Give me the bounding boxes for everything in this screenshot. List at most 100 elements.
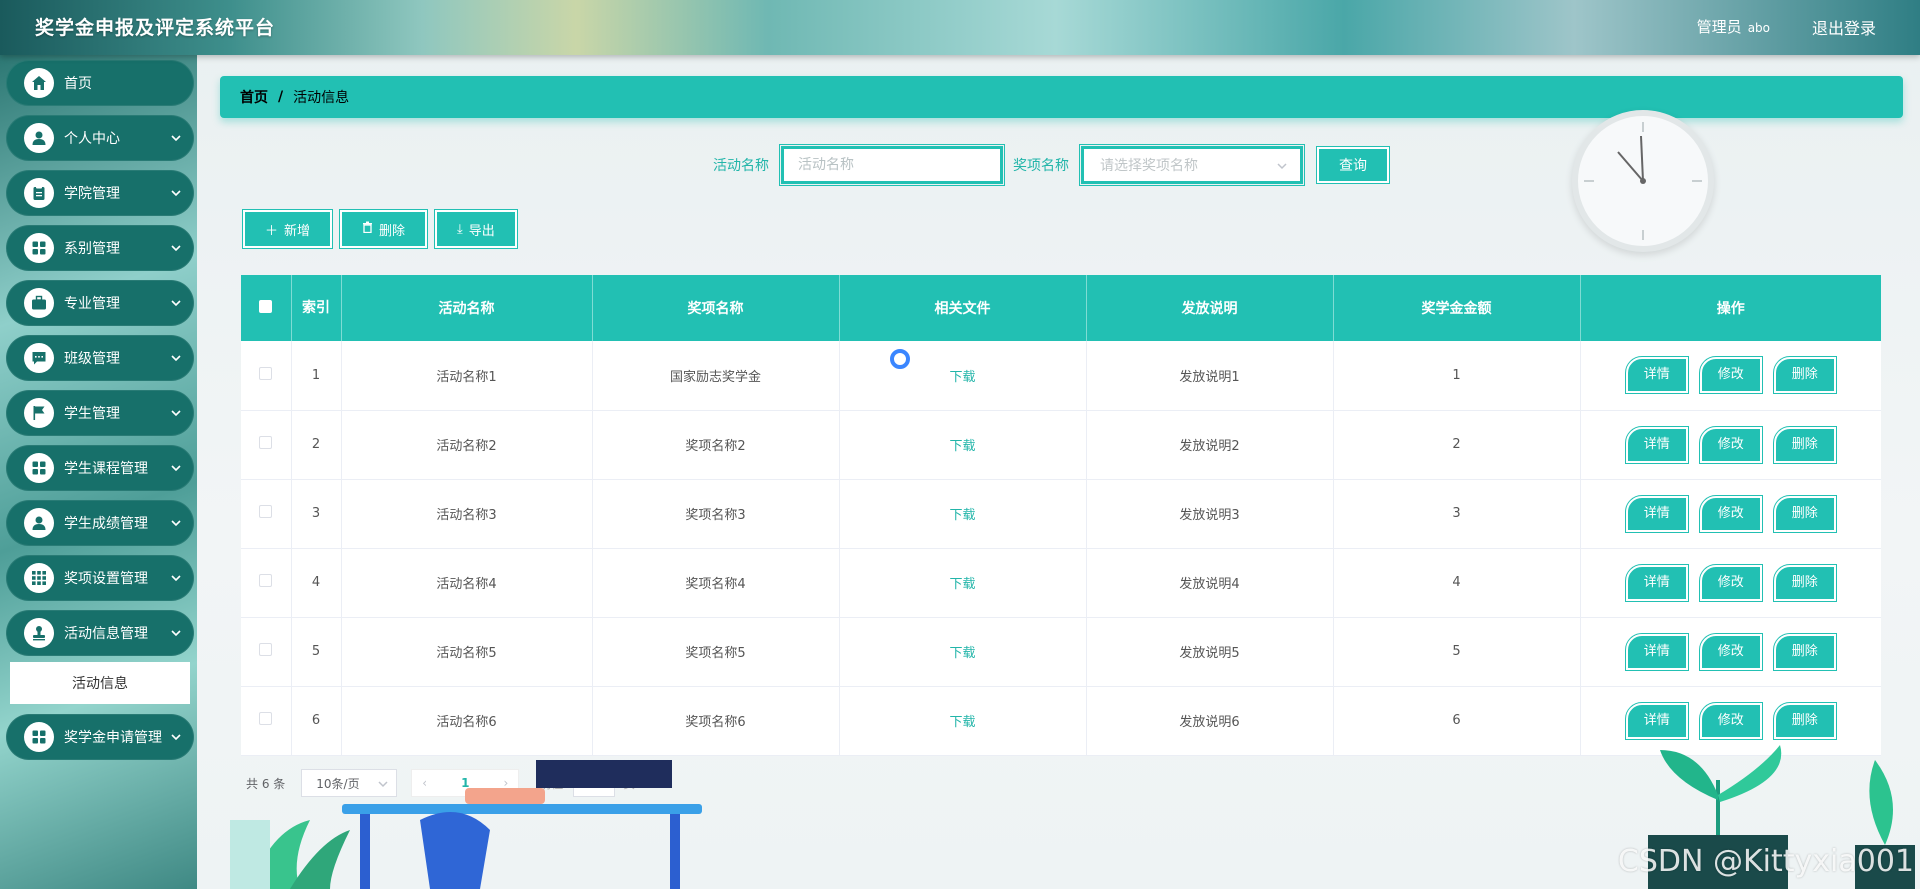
sidebar-item[interactable]: 学生管理 [6, 390, 194, 436]
amount-cell: 3 [1333, 479, 1581, 548]
search-bar: 活动名称 奖项名称 请选择奖项名称 查询 [713, 144, 1390, 186]
home-icon [24, 68, 54, 98]
sidebar: 首页个人中心学院管理系别管理专业管理班级管理学生管理学生课程管理学生成绩管理 奖项… [0, 55, 197, 889]
sidebar-item[interactable]: 奖项设置管理 [6, 555, 194, 601]
index-cell: 3 [291, 479, 342, 548]
user-icon [24, 508, 54, 538]
sidebar-item-label: 学院管理 [64, 186, 120, 202]
row-select-cell [241, 686, 292, 755]
breadcrumb-home[interactable]: 首页 [240, 87, 268, 107]
activity-table: 索引 活动名称 奖项名称 相关文件 发放说明 奖学金金额 操作 1 活动名称1 国家… [241, 275, 1881, 756]
amount-cell: 5 [1333, 617, 1581, 686]
detail-button[interactable]: 详情 [1624, 701, 1689, 740]
detail-button[interactable]: 详情 [1624, 425, 1689, 464]
sidebar-item[interactable]: 个人中心 [6, 115, 194, 161]
download-link[interactable]: 下载 [949, 508, 975, 523]
operation-cell: 详情 修改 删除 [1580, 341, 1881, 410]
row-delete-button[interactable]: 删除 [1772, 563, 1837, 602]
download-link[interactable]: 下载 [949, 370, 975, 385]
note-cell: 发放说明2 [1086, 410, 1334, 479]
grid-icon [24, 233, 54, 263]
edit-button[interactable]: 修改 [1698, 701, 1763, 740]
delete-button[interactable]: 删除 [339, 209, 429, 249]
column-header: 操作 [1716, 301, 1745, 317]
note-cell: 发放说明5 [1086, 617, 1334, 686]
award-name-cell: 奖项名称2 [592, 410, 840, 479]
edit-button[interactable]: 修改 [1698, 632, 1763, 671]
edit-button[interactable]: 修改 [1698, 563, 1763, 602]
note-cell: 发放说明3 [1086, 479, 1334, 548]
detail-button[interactable]: 详情 [1624, 494, 1689, 533]
app-title: 奖学金申报及评定系统平台 [35, 17, 276, 39]
note-cell: 发放说明4 [1086, 548, 1334, 617]
chevron-down-icon [170, 242, 182, 254]
detail-button[interactable]: 详情 [1624, 356, 1689, 395]
index-cell: 4 [291, 548, 342, 617]
row-delete-button[interactable]: 删除 [1772, 494, 1837, 533]
row-checkbox[interactable] [259, 574, 273, 587]
index-cell: 5 [291, 617, 342, 686]
row-checkbox[interactable] [259, 712, 273, 725]
sidebar-item[interactable]: 学院管理 [6, 170, 194, 216]
sidebar-item[interactable]: 首页 [6, 60, 194, 106]
download-link[interactable]: 下载 [949, 646, 975, 661]
query-button[interactable]: 查询 [1316, 146, 1390, 184]
sidebar-item[interactable]: 奖学金申请管理 [6, 714, 194, 760]
activity-name-cell: 活动名称1 [341, 341, 593, 410]
edit-button[interactable]: 修改 [1698, 425, 1763, 464]
row-delete-button[interactable]: 删除 [1772, 632, 1837, 671]
award-name-cell: 奖项名称6 [592, 686, 840, 755]
detail-button[interactable]: 详情 [1624, 563, 1689, 602]
row-checkbox[interactable] [259, 505, 273, 518]
sidebar-item[interactable]: 系别管理 [6, 225, 194, 271]
file-cell: 下载 [839, 548, 1087, 617]
download-link[interactable]: 下载 [949, 715, 975, 730]
row-checkbox[interactable] [259, 366, 273, 380]
chevron-down-icon [170, 297, 182, 309]
sidebar-item-label: 学生课程管理 [64, 461, 148, 477]
row-select-cell [241, 479, 292, 548]
sidebar-item[interactable]: 班级管理 [6, 335, 194, 381]
activity-name-cell: 活动名称2 [341, 410, 593, 479]
clipboard-icon [24, 178, 54, 208]
logout-link[interactable]: 退出登录 [1812, 15, 1876, 39]
edit-button[interactable]: 修改 [1698, 356, 1763, 395]
activity-name-input[interactable] [779, 144, 1005, 186]
download-link[interactable]: 下载 [949, 577, 975, 592]
edit-button[interactable]: 修改 [1698, 494, 1763, 533]
row-checkbox[interactable] [259, 643, 273, 656]
detail-button[interactable]: 详情 [1624, 632, 1689, 671]
sidebar-item[interactable]: 专业管理 [6, 280, 194, 326]
cursor-indicator [890, 349, 910, 369]
row-delete-button[interactable]: 删除 [1772, 425, 1837, 464]
row-delete-button[interactable]: 删除 [1772, 701, 1837, 740]
trash-icon [362, 221, 373, 237]
award-name-select[interactable]: 请选择奖项名称 [1079, 144, 1305, 186]
sidebar-item[interactable]: 活动信息管理 [6, 610, 194, 656]
apps-icon [24, 563, 54, 593]
award-name-cell: 奖项名称3 [592, 479, 840, 548]
row-delete-button[interactable]: 删除 [1772, 356, 1837, 395]
table-row: 4 活动名称4 奖项名称4 下载 发放说明4 4 详情 修改 删除 [241, 548, 1881, 617]
row-checkbox[interactable] [259, 436, 273, 449]
add-button[interactable]: ＋ 新增 [241, 209, 334, 249]
sidebar-item[interactable]: 学生课程管理 [6, 445, 194, 491]
file-cell: 下载 [839, 479, 1087, 548]
chat-icon [24, 343, 54, 373]
index-cell: 1 [291, 341, 342, 410]
select-all-checkbox[interactable] [259, 299, 273, 313]
download-link[interactable]: 下载 [949, 439, 975, 454]
activity-name-label: 活动名称 [713, 158, 769, 174]
export-button-label: 导出 [468, 223, 495, 239]
sidebar-item-label: 学生管理 [64, 406, 120, 422]
amount-cell: 1 [1333, 341, 1581, 410]
export-button[interactable]: ⤓ 导出 [434, 209, 518, 249]
index-cell: 2 [291, 410, 342, 479]
chevron-down-icon [170, 731, 182, 743]
submenu-item-activity-info[interactable]: 活动信息 [10, 662, 190, 704]
table-row: 6 活动名称6 奖项名称6 下载 发放说明6 6 详情 修改 删除 [241, 686, 1881, 755]
sidebar-item[interactable]: 学生成绩管理 [6, 500, 194, 546]
row-select-cell [241, 617, 292, 686]
chevron-down-icon [170, 627, 182, 639]
sidebar-item-label: 个人中心 [64, 131, 120, 147]
